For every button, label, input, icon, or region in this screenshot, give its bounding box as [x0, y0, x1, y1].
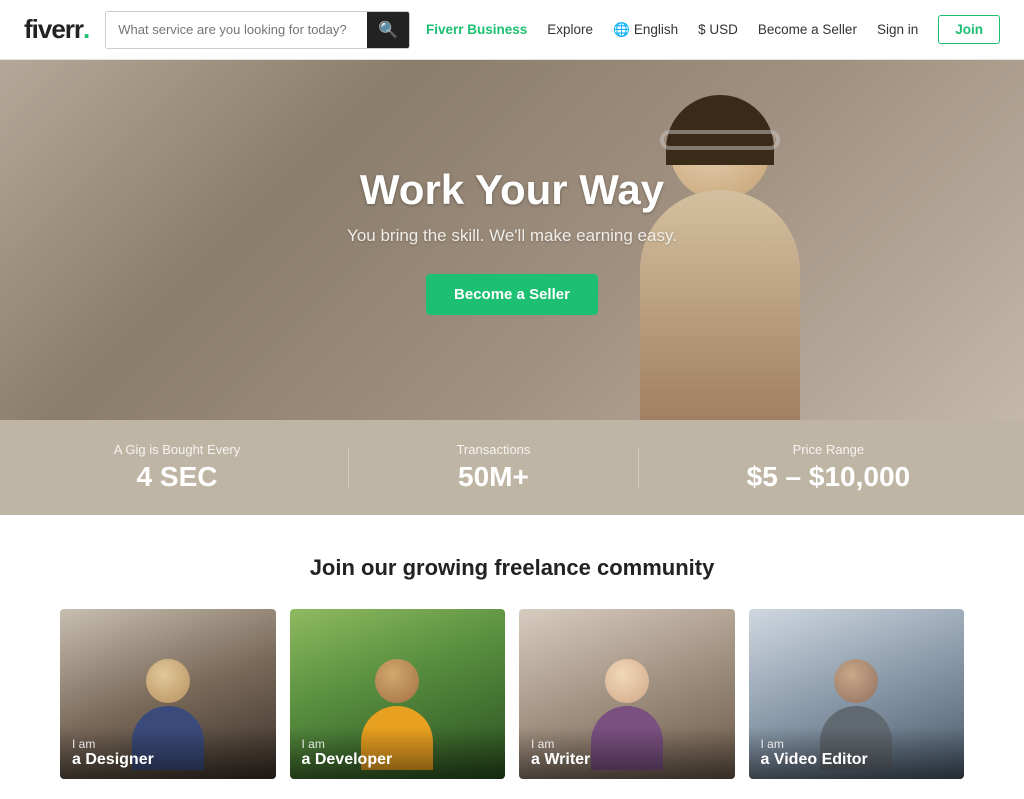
stat-divider-1: [348, 448, 349, 488]
developer-card-top: I am: [302, 737, 494, 751]
community-card-developer[interactable]: I am a Developer: [290, 609, 506, 779]
signin-button[interactable]: Sign in: [877, 22, 918, 37]
search-button[interactable]: 🔍: [367, 12, 409, 48]
designer-card-top: I am: [72, 737, 264, 751]
video-editor-card-bottom: a Video Editor: [761, 751, 953, 769]
stat-price-value: $5 – $10,000: [747, 461, 911, 493]
language-label: English: [634, 22, 678, 37]
video-editor-card-top: I am: [761, 737, 953, 751]
writer-overlay: I am a Writer: [519, 727, 735, 779]
nav-become-seller[interactable]: Become a Seller: [758, 22, 857, 37]
header: fiverr. 🔍 Fiverr Business Explore 🌐 Engl…: [0, 0, 1024, 60]
designer-card-bottom: a Designer: [72, 751, 264, 769]
nav-explore[interactable]: Explore: [547, 22, 593, 37]
stat-price: Price Range $5 – $10,000: [747, 442, 911, 493]
logo-dot: .: [83, 14, 89, 45]
stat-transactions: Transactions 50M+: [456, 442, 530, 493]
nav-fiverr-business[interactable]: Fiverr Business: [426, 22, 527, 37]
search-bar: 🔍: [105, 11, 410, 49]
community-card-video-editor[interactable]: I am a Video Editor: [749, 609, 965, 779]
search-icon: 🔍: [378, 20, 398, 40]
hero-content: Work Your Way You bring the skill. We'll…: [307, 166, 717, 315]
nav-language[interactable]: 🌐 English: [613, 22, 678, 38]
hero-subtitle: You bring the skill. We'll make earning …: [347, 226, 677, 246]
globe-icon: 🌐: [613, 22, 630, 38]
stat-gig-label: A Gig is Bought Every: [114, 442, 240, 457]
nav-currency[interactable]: $ USD: [698, 22, 738, 37]
stat-divider-2: [638, 448, 639, 488]
community-card-writer[interactable]: I am a Writer: [519, 609, 735, 779]
community-section: Join our growing freelance community I a…: [0, 515, 1024, 799]
join-button[interactable]: Join: [938, 15, 1000, 44]
hero-section: Work Your Way You bring the skill. We'll…: [0, 60, 1024, 420]
search-input[interactable]: [106, 12, 367, 48]
developer-card-bottom: a Developer: [302, 751, 494, 769]
stat-transactions-label: Transactions: [456, 442, 530, 457]
writer-card-bottom: a Writer: [531, 751, 723, 769]
become-seller-button[interactable]: Become a Seller: [426, 274, 598, 315]
designer-overlay: I am a Designer: [60, 727, 276, 779]
writer-card-top: I am: [531, 737, 723, 751]
stat-gig-value: 4 SEC: [114, 461, 240, 493]
community-title: Join our growing freelance community: [60, 555, 964, 581]
video-editor-overlay: I am a Video Editor: [749, 727, 965, 779]
hero-title: Work Your Way: [347, 166, 677, 214]
stat-transactions-value: 50M+: [456, 461, 530, 493]
community-grid: I am a Designer I am a Developer I am: [60, 609, 964, 779]
stats-bar: A Gig is Bought Every 4 SEC Transactions…: [0, 420, 1024, 515]
logo-text: fiverr: [24, 14, 83, 45]
developer-overlay: I am a Developer: [290, 727, 506, 779]
community-card-designer[interactable]: I am a Designer: [60, 609, 276, 779]
stat-gig: A Gig is Bought Every 4 SEC: [114, 442, 240, 493]
main-nav: Fiverr Business Explore 🌐 English $ USD …: [426, 15, 1000, 44]
stat-price-label: Price Range: [747, 442, 911, 457]
logo[interactable]: fiverr.: [24, 14, 89, 45]
